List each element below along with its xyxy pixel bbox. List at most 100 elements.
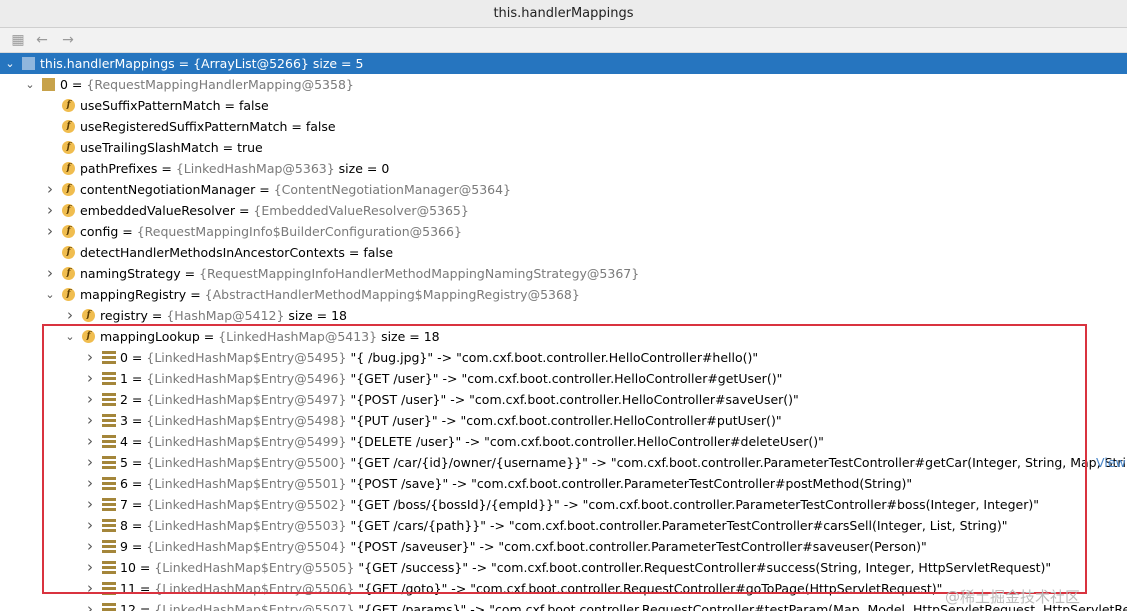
row-label: 7 = {LinkedHashMap$Entry@5502} "{GET /bo… — [120, 494, 1039, 515]
var-value: {LinkedHashMap$Entry@5507} — [154, 602, 355, 611]
view-link[interactable]: View — [1096, 452, 1126, 473]
expand-arrow-icon[interactable]: › — [44, 221, 56, 242]
row-label: useTrailingSlashMatch = true — [80, 137, 263, 158]
collapse-arrow-icon[interactable]: ⌄ — [44, 284, 56, 305]
row-label: 9 = {LinkedHashMap$Entry@5504} "{POST /s… — [120, 536, 927, 557]
frames-icon[interactable]: ▦ — [9, 32, 27, 48]
expand-arrow-icon[interactable]: › — [84, 536, 96, 557]
var-name: contentNegotiationManager — [80, 182, 256, 197]
field-row[interactable]: › f config = {RequestMappingInfo$BuilderCo… — [0, 221, 1127, 242]
expand-arrow-icon[interactable]: › — [84, 494, 96, 515]
entry-row[interactable]: › 9 = {LinkedHashMap$Entry@5504} "{POST /… — [0, 536, 1127, 557]
expand-arrow-icon[interactable]: › — [44, 263, 56, 284]
entry-text: "{GET /cars/{path}}" -> "com.cxf.boot.co… — [346, 518, 1008, 533]
entry-icon — [102, 456, 116, 469]
var-extra: size = 18 — [284, 308, 347, 323]
expand-arrow-icon[interactable]: › — [44, 200, 56, 221]
equals-sign: = — [218, 140, 238, 155]
field-icon: f — [62, 99, 75, 112]
collapse-arrow-icon[interactable]: ⌄ — [24, 74, 36, 95]
var-value: {LinkedHashMap$Entry@5503} — [146, 518, 347, 533]
entry-icon — [102, 477, 116, 490]
row-label: 10 = {LinkedHashMap$Entry@5505} "{GET /s… — [120, 557, 1051, 578]
var-name: 3 — [120, 413, 128, 428]
expand-arrow-icon[interactable]: › — [84, 368, 96, 389]
mapping-lookup-row[interactable]: ⌄ f mappingLookup = {LinkedHashMap@5413} s… — [0, 326, 1127, 347]
mapping-registry-row[interactable]: ⌄ f mappingRegistry = {AbstractHandlerMeth… — [0, 284, 1127, 305]
watermark: @稀土掘金技术社区 — [945, 588, 1081, 606]
expand-arrow-icon[interactable]: › — [84, 515, 96, 536]
equals-sign: = — [287, 119, 306, 134]
equals-sign: = — [174, 56, 194, 71]
field-icon: f — [82, 330, 95, 343]
expand-arrow-icon[interactable]: › — [84, 389, 96, 410]
equals-sign: = — [127, 392, 147, 407]
entry-row[interactable]: › 1 = {LinkedHashMap$Entry@5496} "{GET /u… — [0, 368, 1127, 389]
field-row[interactable]: f detectHandlerMethodsInAncestorContexts … — [0, 242, 1127, 263]
equals-sign: = — [127, 455, 147, 470]
row-label: detectHandlerMethodsInAncestorContexts =… — [80, 242, 393, 263]
registry-row[interactable]: › f registry = {HashMap@5412} size = 18 — [0, 305, 1127, 326]
entry-row[interactable]: › 5 = {LinkedHashMap$Entry@5500} "{GET /c… — [0, 452, 1127, 473]
row-label: 8 = {LinkedHashMap$Entry@5503} "{GET /ca… — [120, 515, 1008, 536]
window-title: this.handlerMappings — [0, 0, 1127, 28]
root-row[interactable]: ⌄ this.handlerMappings = {ArrayList@5266}… — [0, 53, 1127, 74]
expand-arrow-icon[interactable]: › — [84, 599, 96, 611]
equals-sign: = — [127, 476, 147, 491]
var-name: pathPrefixes — [80, 161, 158, 176]
field-row[interactable]: › f contentNegotiationManager = {ContentNe… — [0, 179, 1127, 200]
collapse-arrow-icon[interactable]: ⌄ — [64, 326, 76, 347]
equals-sign: = — [135, 581, 155, 596]
expand-arrow-icon[interactable]: › — [64, 305, 76, 326]
entry-row[interactable]: › 0 = {LinkedHashMap$Entry@5495} "{ /bug.… — [0, 347, 1127, 368]
field-row[interactable]: f useTrailingSlashMatch = true — [0, 137, 1127, 158]
var-value: {LinkedHashMap$Entry@5506} — [154, 581, 355, 596]
entry-text: "{ /bug.jpg}" -> "com.cxf.boot.controlle… — [346, 350, 759, 365]
entry-icon — [102, 435, 116, 448]
expand-arrow-icon[interactable]: › — [84, 557, 96, 578]
entry-row[interactable]: › 10 = {LinkedHashMap$Entry@5505} "{GET /… — [0, 557, 1127, 578]
var-value: {AbstractHandlerMethodMapping$MappingReg… — [204, 287, 580, 302]
collapse-arrow-icon[interactable]: ⌄ — [4, 53, 16, 74]
expand-arrow-icon[interactable]: › — [84, 578, 96, 599]
field-row[interactable]: › f embeddedValueResolver = {EmbeddedValue… — [0, 200, 1127, 221]
entry-row[interactable]: › 6 = {LinkedHashMap$Entry@5501} "{POST /… — [0, 473, 1127, 494]
field-icon: f — [62, 246, 75, 259]
field-row[interactable]: f useSuffixPatternMatch = false — [0, 95, 1127, 116]
expand-arrow-icon[interactable]: › — [84, 473, 96, 494]
forward-button[interactable]: → — [59, 32, 77, 48]
var-value: false — [305, 119, 336, 134]
var-value: true — [237, 140, 263, 155]
variables-tree: ⌄ this.handlerMappings = {ArrayList@5266}… — [0, 53, 1127, 611]
expand-arrow-icon[interactable]: › — [84, 410, 96, 431]
toolbar: ▦ ← → — [0, 28, 1127, 53]
entry-icon — [102, 540, 116, 553]
entry-row[interactable]: › 7 = {LinkedHashMap$Entry@5502} "{GET /b… — [0, 494, 1127, 515]
var-value: {LinkedHashMap$Entry@5501} — [146, 476, 347, 491]
var-name: 0 — [120, 350, 128, 365]
equals-sign: = — [127, 497, 147, 512]
equals-sign: = — [127, 434, 147, 449]
field-row[interactable]: f pathPrefixes = {LinkedHashMap@5363} siz… — [0, 158, 1127, 179]
back-button[interactable]: ← — [33, 32, 51, 48]
item-0-row[interactable]: ⌄ 0 = {RequestMappingHandlerMapping@5358} — [0, 74, 1127, 95]
field-icon: f — [62, 162, 75, 175]
entry-row[interactable]: › 4 = {LinkedHashMap$Entry@5499} "{DELETE… — [0, 431, 1127, 452]
row-label: embeddedValueResolver = {EmbeddedValueRe… — [80, 200, 469, 221]
expand-arrow-icon[interactable]: › — [84, 347, 96, 368]
entry-row[interactable]: › 3 = {LinkedHashMap$Entry@5498} "{PUT /u… — [0, 410, 1127, 431]
entry-icon — [102, 393, 116, 406]
row-label: 2 = {LinkedHashMap$Entry@5497} "{POST /u… — [120, 389, 799, 410]
row-label: mappingLookup = {LinkedHashMap@5413} siz… — [100, 326, 440, 347]
expand-arrow-icon[interactable]: › — [44, 179, 56, 200]
field-row[interactable]: › f namingStrategy = {RequestMappingInfoHa… — [0, 263, 1127, 284]
expand-arrow-icon[interactable]: › — [84, 431, 96, 452]
entry-row[interactable]: › 2 = {LinkedHashMap$Entry@5497} "{POST /… — [0, 389, 1127, 410]
var-name: mappingLookup — [100, 329, 200, 344]
entry-icon — [102, 414, 116, 427]
expand-arrow-icon[interactable]: › — [84, 452, 96, 473]
equals-sign: = — [344, 245, 364, 260]
entry-row[interactable]: › 8 = {LinkedHashMap$Entry@5503} "{GET /c… — [0, 515, 1127, 536]
var-name: useTrailingSlashMatch — [80, 140, 219, 155]
field-row[interactable]: f useRegisteredSuffixPatternMatch = false — [0, 116, 1127, 137]
